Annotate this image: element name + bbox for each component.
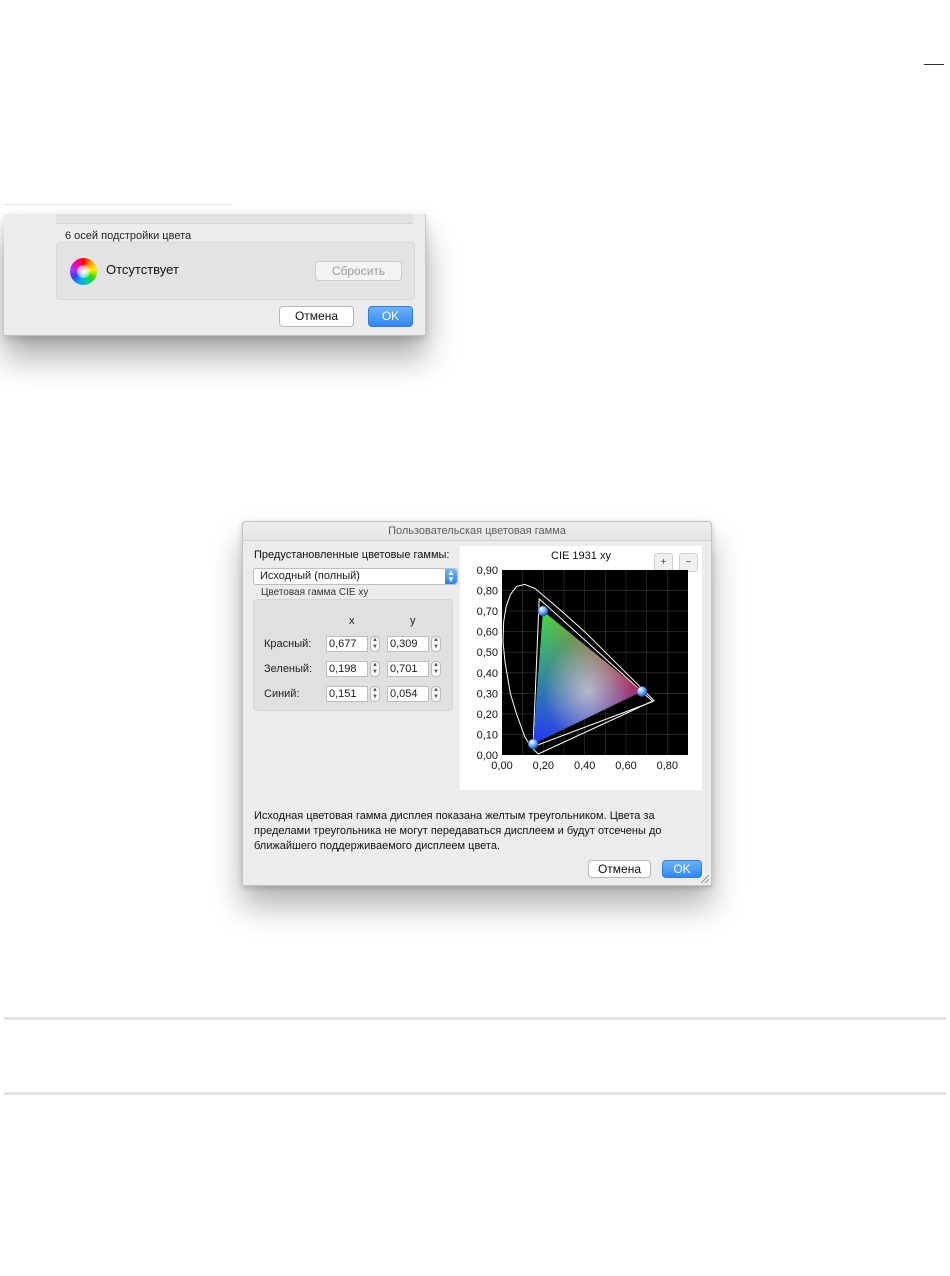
color-axes-label: 6 осей подстройки цвета — [65, 230, 192, 242]
red-y-stepper[interactable]: ▲ ▼ — [431, 636, 441, 652]
y-tick-label: 0,10 — [477, 729, 498, 741]
y-tick-label: 0,30 — [477, 688, 498, 700]
green-x-input[interactable]: 0,198 — [326, 661, 368, 677]
x-tick-label: 0,00 — [491, 760, 512, 772]
y-tick-label: 0,40 — [477, 668, 498, 680]
y-tick-label: 0,50 — [477, 647, 498, 659]
green-y-stepper[interactable]: ▲ ▼ — [431, 661, 441, 677]
column-header-x: x — [349, 615, 355, 627]
horizontal-rule-2 — [4, 1092, 946, 1095]
red-y-input[interactable]: 0,309 — [387, 636, 429, 652]
cie-values-panel: x y Красный: 0,677 ▲ ▼ 0,309 ▲ ▼ Зеленый: … — [253, 599, 453, 711]
x-tick-label: 0,80 — [657, 760, 678, 772]
column-header-y: y — [410, 615, 416, 627]
blue-y-stepper[interactable]: ▲ ▼ — [431, 686, 441, 702]
y-tick-label: 0,20 — [477, 709, 498, 721]
resize-grip[interactable] — [701, 875, 709, 883]
x-tick-label: 0,20 — [533, 760, 554, 772]
top-dash-mark — [924, 64, 944, 65]
preset-select[interactable]: Исходный (полный) ▲ ▼ — [253, 568, 458, 585]
status-text: Отсутствует — [106, 262, 179, 277]
y-tick-label: 0,60 — [477, 627, 498, 639]
cancel-button-2[interactable]: Отмена — [588, 860, 651, 878]
cie-chart[interactable]: CIE 1931 xy + − 0,00 0,10 0,20 0,30 0,40… — [460, 546, 702, 790]
blue-primary-point — [527, 738, 539, 750]
upper-panel — [56, 214, 413, 224]
reset-button[interactable]: Сбросить — [315, 261, 402, 281]
color-settings-dialog: 6 осей подстройки цвета Отсутствует Сбро… — [4, 214, 426, 336]
row-label-green: Зеленый: — [264, 663, 313, 675]
green-x-stepper[interactable]: ▲ ▼ — [370, 661, 380, 677]
preset-label: Предустановленные цветовые гаммы: — [254, 549, 450, 561]
ok-button[interactable]: OK — [368, 306, 413, 327]
green-primary-point — [537, 605, 549, 617]
select-arrows-icon: ▲ ▼ — [445, 569, 457, 584]
preset-select-value: Исходный (полный) — [260, 570, 360, 582]
x-tick-label: 0,40 — [574, 760, 595, 772]
cancel-button[interactable]: Отмена — [279, 306, 354, 327]
red-x-stepper[interactable]: ▲ ▼ — [370, 636, 380, 652]
row-label-red: Красный: — [264, 638, 312, 650]
ok-button-2[interactable]: OK — [662, 860, 702, 878]
y-tick-label: 0,90 — [477, 565, 498, 577]
horizontal-rule-1 — [4, 1017, 946, 1020]
info-text: Исходная цветовая гамма дисплея показана… — [254, 810, 662, 852]
x-tick-label: 0,60 — [615, 760, 636, 772]
divider-line — [4, 204, 232, 205]
y-tick-label: 0,70 — [477, 606, 498, 618]
blue-x-stepper[interactable]: ▲ ▼ — [370, 686, 380, 702]
red-primary-point — [636, 686, 648, 697]
cie-group-label: Цветовая гамма CIE xy — [261, 587, 369, 598]
y-tick-label: 0,80 — [477, 586, 498, 598]
custom-gamut-dialog: Пользовательская цветовая гамма Предуста… — [242, 521, 712, 886]
green-y-input[interactable]: 0,701 — [387, 661, 429, 677]
color-wheel-icon — [70, 258, 97, 285]
dialog-title: Пользовательская цветовая гамма — [243, 522, 711, 541]
color-axes-panel: Отсутствует Сбросить — [56, 242, 415, 300]
cie-plot[interactable]: 0,00 0,10 0,20 0,30 0,40 0,50 0,60 0,70 0,80 0,90… — [460, 546, 702, 790]
red-x-input[interactable]: 0,677 — [326, 636, 368, 652]
blue-x-input[interactable]: 0,151 — [326, 686, 368, 702]
blue-y-input[interactable]: 0,054 — [387, 686, 429, 702]
row-label-blue: Синий: — [264, 688, 300, 700]
